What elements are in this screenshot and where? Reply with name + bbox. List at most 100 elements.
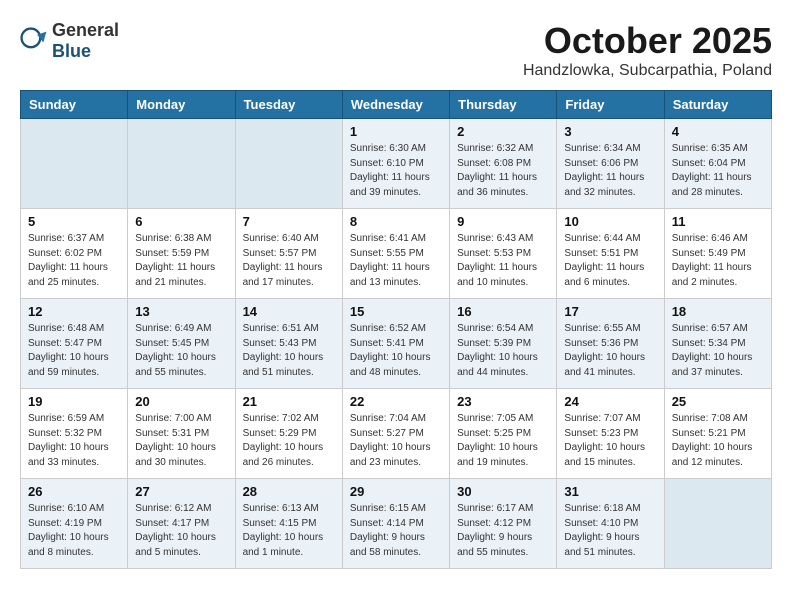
day-number: 5 bbox=[28, 214, 120, 229]
calendar-cell: 22Sunrise: 7:04 AM Sunset: 5:27 PM Dayli… bbox=[342, 389, 449, 479]
calendar-cell: 6Sunrise: 6:38 AM Sunset: 5:59 PM Daylig… bbox=[128, 209, 235, 299]
cell-info: Sunrise: 6:57 AM Sunset: 5:34 PM Dayligh… bbox=[672, 322, 764, 380]
cell-info: Sunrise: 6:43 AM Sunset: 5:53 PM Dayligh… bbox=[457, 232, 549, 290]
day-number: 2 bbox=[457, 124, 549, 139]
weekday-header-friday: Friday bbox=[557, 91, 664, 119]
day-number: 29 bbox=[350, 484, 442, 499]
calendar-cell: 17 Sunrise: 6:55 AM Sunset: 5:36 PM Dayli… bbox=[557, 299, 664, 389]
page-header: General Blue October 2025 Handzlowka, Su… bbox=[20, 20, 772, 80]
calendar-cell: 25Sunrise: 7:08 AM Sunset: 5:21 PM Dayli… bbox=[664, 389, 771, 479]
calendar-table: SundayMondayTuesdayWednesdayThursdayFrid… bbox=[20, 90, 772, 569]
cell-info: Sunrise: 6:55 AM Sunset: 5:36 PM Dayligh… bbox=[564, 322, 656, 380]
cell-info: Sunrise: 6:49 AM Sunset: 5:45 PM Dayligh… bbox=[135, 322, 227, 380]
calendar-cell: 27 Sunrise: 6:12 AM Sunset: 4:17 PM Dayli… bbox=[128, 479, 235, 569]
calendar-cell: 10 Sunrise: 6:44 AM Sunset: 5:51 PM Dayli… bbox=[557, 209, 664, 299]
calendar-cell: 2 Sunrise: 6:32 AM Sunset: 6:08 PM Daylig… bbox=[450, 119, 557, 209]
day-number: 9 bbox=[457, 214, 549, 229]
cell-info: Sunrise: 6:52 AM Sunset: 5:41 PM Dayligh… bbox=[350, 322, 442, 380]
calendar-cell: 21Sunrise: 7:02 AM Sunset: 5:29 PM Dayli… bbox=[235, 389, 342, 479]
cell-info: Sunrise: 6:59 AM Sunset: 5:32 PM Dayligh… bbox=[28, 412, 120, 470]
cell-info: Sunrise: 6:37 AM Sunset: 6:02 PM Dayligh… bbox=[28, 232, 120, 290]
day-number: 17 bbox=[564, 304, 656, 319]
calendar-cell: 28 Sunrise: 6:13 AM Sunset: 4:15 PM Dayli… bbox=[235, 479, 342, 569]
calendar-cell: 31Sunrise: 6:18 AM Sunset: 4:10 PM Dayli… bbox=[557, 479, 664, 569]
weekday-header-saturday: Saturday bbox=[664, 91, 771, 119]
calendar-cell: 3Sunrise: 6:34 AM Sunset: 6:06 PM Daylig… bbox=[557, 119, 664, 209]
calendar-cell: 12 Sunrise: 6:48 AM Sunset: 5:47 PM Dayli… bbox=[21, 299, 128, 389]
weekday-header-tuesday: Tuesday bbox=[235, 91, 342, 119]
day-number: 4 bbox=[672, 124, 764, 139]
day-number: 23 bbox=[457, 394, 549, 409]
calendar-cell bbox=[664, 479, 771, 569]
title-area: October 2025 Handzlowka, Subcarpathia, P… bbox=[523, 20, 772, 80]
calendar-cell: 8 Sunrise: 6:41 AM Sunset: 5:55 PM Daylig… bbox=[342, 209, 449, 299]
calendar-cell bbox=[235, 119, 342, 209]
calendar-cell: 4 Sunrise: 6:35 AM Sunset: 6:04 PM Daylig… bbox=[664, 119, 771, 209]
calendar-week-row: 12 Sunrise: 6:48 AM Sunset: 5:47 PM Dayli… bbox=[21, 299, 772, 389]
weekday-header-monday: Monday bbox=[128, 91, 235, 119]
calendar-cell: 26 Sunrise: 6:10 AM Sunset: 4:19 PM Dayli… bbox=[21, 479, 128, 569]
day-number: 31 bbox=[564, 484, 656, 499]
cell-info: Sunrise: 7:05 AM Sunset: 5:25 PM Dayligh… bbox=[457, 412, 549, 470]
calendar-cell: 14 Sunrise: 6:51 AM Sunset: 5:43 PM Dayli… bbox=[235, 299, 342, 389]
day-number: 1 bbox=[350, 124, 442, 139]
calendar-cell: 7 Sunrise: 6:40 AM Sunset: 5:57 PM Daylig… bbox=[235, 209, 342, 299]
cell-info: Sunrise: 6:35 AM Sunset: 6:04 PM Dayligh… bbox=[672, 142, 764, 200]
day-number: 11 bbox=[672, 214, 764, 229]
day-number: 26 bbox=[28, 484, 120, 499]
logo-general-text: General bbox=[52, 20, 119, 40]
cell-info: Sunrise: 7:07 AM Sunset: 5:23 PM Dayligh… bbox=[564, 412, 656, 470]
cell-info: Sunrise: 6:30 AM Sunset: 6:10 PM Dayligh… bbox=[350, 142, 442, 200]
cell-info: Sunrise: 6:32 AM Sunset: 6:08 PM Dayligh… bbox=[457, 142, 549, 200]
day-number: 28 bbox=[243, 484, 335, 499]
cell-info: Sunrise: 7:08 AM Sunset: 5:21 PM Dayligh… bbox=[672, 412, 764, 470]
day-number: 16 bbox=[457, 304, 549, 319]
calendar-cell: 5 Sunrise: 6:37 AM Sunset: 6:02 PM Daylig… bbox=[21, 209, 128, 299]
calendar-cell: 9 Sunrise: 6:43 AM Sunset: 5:53 PM Daylig… bbox=[450, 209, 557, 299]
calendar-cell: 16Sunrise: 6:54 AM Sunset: 5:39 PM Dayli… bbox=[450, 299, 557, 389]
day-number: 24 bbox=[564, 394, 656, 409]
cell-info: Sunrise: 6:10 AM Sunset: 4:19 PM Dayligh… bbox=[28, 502, 120, 560]
logo-icon bbox=[20, 27, 48, 55]
cell-info: Sunrise: 7:02 AM Sunset: 5:29 PM Dayligh… bbox=[243, 412, 335, 470]
logo: General Blue bbox=[20, 20, 119, 62]
calendar-cell: 30Sunrise: 6:17 AM Sunset: 4:12 PM Dayli… bbox=[450, 479, 557, 569]
day-number: 7 bbox=[243, 214, 335, 229]
calendar-cell: 20Sunrise: 7:00 AM Sunset: 5:31 PM Dayli… bbox=[128, 389, 235, 479]
day-number: 13 bbox=[135, 304, 227, 319]
day-number: 6 bbox=[135, 214, 227, 229]
day-number: 27 bbox=[135, 484, 227, 499]
calendar-cell bbox=[21, 119, 128, 209]
cell-info: Sunrise: 6:51 AM Sunset: 5:43 PM Dayligh… bbox=[243, 322, 335, 380]
day-number: 8 bbox=[350, 214, 442, 229]
cell-info: Sunrise: 6:15 AM Sunset: 4:14 PM Dayligh… bbox=[350, 502, 442, 560]
day-number: 18 bbox=[672, 304, 764, 319]
day-number: 22 bbox=[350, 394, 442, 409]
calendar-cell bbox=[128, 119, 235, 209]
calendar-cell: 13 Sunrise: 6:49 AM Sunset: 5:45 PM Dayli… bbox=[128, 299, 235, 389]
cell-info: Sunrise: 6:40 AM Sunset: 5:57 PM Dayligh… bbox=[243, 232, 335, 290]
cell-info: Sunrise: 7:00 AM Sunset: 5:31 PM Dayligh… bbox=[135, 412, 227, 470]
weekday-header-sunday: Sunday bbox=[21, 91, 128, 119]
weekday-header-row: SundayMondayTuesdayWednesdayThursdayFrid… bbox=[21, 91, 772, 119]
calendar-cell: 29 Sunrise: 6:15 AM Sunset: 4:14 PM Dayli… bbox=[342, 479, 449, 569]
cell-info: Sunrise: 6:41 AM Sunset: 5:55 PM Dayligh… bbox=[350, 232, 442, 290]
weekday-header-thursday: Thursday bbox=[450, 91, 557, 119]
calendar-cell: 19Sunrise: 6:59 AM Sunset: 5:32 PM Dayli… bbox=[21, 389, 128, 479]
calendar-cell: 15Sunrise: 6:52 AM Sunset: 5:41 PM Dayli… bbox=[342, 299, 449, 389]
calendar-week-row: 1 Sunrise: 6:30 AM Sunset: 6:10 PM Daylig… bbox=[21, 119, 772, 209]
cell-info: Sunrise: 6:13 AM Sunset: 4:15 PM Dayligh… bbox=[243, 502, 335, 560]
day-number: 10 bbox=[564, 214, 656, 229]
day-number: 12 bbox=[28, 304, 120, 319]
cell-info: Sunrise: 6:44 AM Sunset: 5:51 PM Dayligh… bbox=[564, 232, 656, 290]
calendar-cell: 11 Sunrise: 6:46 AM Sunset: 5:49 PM Dayli… bbox=[664, 209, 771, 299]
cell-info: Sunrise: 6:12 AM Sunset: 4:17 PM Dayligh… bbox=[135, 502, 227, 560]
day-number: 14 bbox=[243, 304, 335, 319]
location-text: Handzlowka, Subcarpathia, Poland bbox=[523, 62, 772, 80]
day-number: 3 bbox=[564, 124, 656, 139]
calendar-cell: 1 Sunrise: 6:30 AM Sunset: 6:10 PM Daylig… bbox=[342, 119, 449, 209]
logo-blue-text: Blue bbox=[52, 41, 91, 61]
cell-info: Sunrise: 6:46 AM Sunset: 5:49 PM Dayligh… bbox=[672, 232, 764, 290]
cell-info: Sunrise: 6:48 AM Sunset: 5:47 PM Dayligh… bbox=[28, 322, 120, 380]
calendar-week-row: 5 Sunrise: 6:37 AM Sunset: 6:02 PM Daylig… bbox=[21, 209, 772, 299]
